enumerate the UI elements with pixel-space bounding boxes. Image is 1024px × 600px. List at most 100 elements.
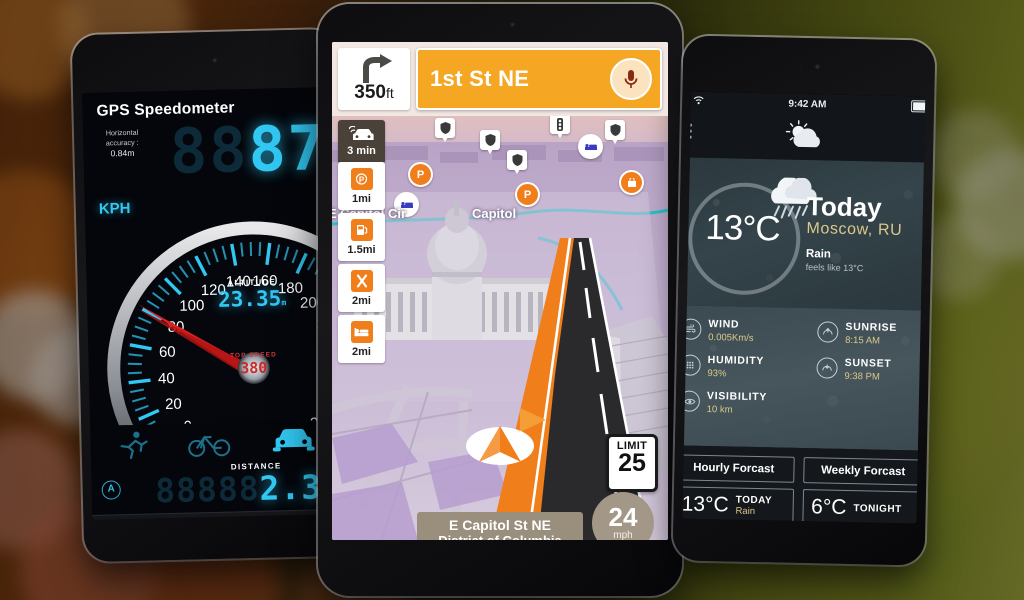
tonight-temperature: 6°C	[810, 495, 847, 519]
altitude-readout: ALTITUDE 23.35m	[187, 276, 318, 312]
altitude-unit: m	[281, 298, 287, 308]
sun-cloud-icon	[782, 118, 829, 156]
detail-wind-value: 0.005Km/s	[708, 332, 754, 344]
unit-kph[interactable]: KPH	[99, 200, 131, 218]
speed-lcd-ghost: 88	[168, 113, 250, 188]
weather-detail-grid: WIND 0.005Km/s SUNRISE 8:15 AM HUMIDITY …	[682, 317, 925, 431]
today-temperature: 13°C	[682, 492, 729, 517]
street-name-text: 1st St NE	[430, 66, 530, 91]
car-mode-icon[interactable]	[269, 426, 318, 460]
battery-icon	[910, 100, 926, 113]
detail-visibility: VISIBILITY 10 km	[682, 389, 800, 428]
detail-humidity: HUMIDITY 93%	[682, 353, 800, 392]
sidebar-item-parking[interactable]: P 1mi	[338, 162, 385, 210]
sidebar-item-fuel[interactable]: 1.5mi	[338, 213, 385, 261]
tablet-device-left: GPS Speedometer Rea Horizontal accuracy …	[71, 28, 350, 563]
ambient-sensor	[798, 64, 802, 68]
sidebar-item-traffic[interactable]: 3 min	[338, 120, 385, 162]
current-street-plate: E Capitol St NE District of Columbia	[417, 512, 583, 540]
sunset-icon	[816, 357, 838, 379]
navigation-header: 350ft 1st St NE	[332, 42, 668, 116]
sidebar-item-hotel[interactable]: 2mi	[338, 315, 385, 363]
svg-text:60: 60	[159, 344, 176, 361]
wifi-icon	[693, 96, 704, 108]
current-speed-value: 24	[608, 502, 638, 532]
ambient-sensor	[494, 23, 497, 26]
map-pin-police-icon[interactable]	[507, 150, 527, 174]
humidity-icon	[682, 354, 701, 376]
detail-wind: WIND 0.005Km/s	[682, 317, 801, 356]
svg-text:P: P	[359, 175, 365, 184]
detail-visibility-key: VISIBILITY	[706, 389, 768, 404]
map-pin-parking-icon[interactable]: P	[515, 182, 540, 207]
weather-details: WIND 0.005Km/s SUNRISE 8:15 AM HUMIDITY …	[682, 305, 926, 451]
map-pin-police-icon[interactable]	[605, 120, 625, 144]
distance-lcd-ghost: 88888	[154, 468, 261, 511]
tablet-device-right: ier 9:42 AM	[672, 35, 936, 566]
detail-wind-key: WIND	[708, 318, 740, 331]
sunrise-icon	[817, 321, 839, 343]
gps-speedometer-app: GPS Speedometer Rea Horizontal accuracy …	[82, 87, 340, 520]
detail-visibility-value: 10 km	[706, 403, 733, 416]
phone-device-center: WASHINGTON E Capitol Cir Capitol	[318, 4, 682, 596]
bike-mode-icon[interactable]	[187, 428, 232, 462]
hotel-icon	[350, 321, 373, 343]
street-name-banner[interactable]: 1st St NE	[416, 48, 662, 110]
speedometer-screen: GPS Speedometer Rea Horizontal accuracy …	[82, 87, 340, 520]
weather-footer: Hourly Forcast Weekly Forcast 13°C TODAY…	[682, 445, 926, 524]
weather-feels-like: feels like 13°C	[805, 262, 864, 274]
weather-screen: ier 9:42 AM	[682, 91, 926, 524]
tonight-label: TONIGHT	[853, 502, 902, 515]
temperature-summary-row: 13°C TODAY Rain 6°C TONIGHT	[682, 486, 924, 524]
front-camera	[510, 22, 515, 27]
sidebar-item-restaurant[interactable]: 2mi	[338, 264, 385, 312]
hourly-forecast-button[interactable]: Hourly Forcast	[682, 454, 795, 483]
today-condition: Rain	[735, 505, 756, 518]
map-pin-traffic-light-icon[interactable]	[550, 114, 570, 138]
speed-lcd-value: 87	[247, 111, 328, 187]
turn-distance-unit: ft	[385, 85, 394, 101]
run-mode-icon[interactable]	[115, 429, 150, 465]
detail-sunset-key: SUNSET	[844, 356, 892, 370]
fuel-icon	[350, 219, 373, 241]
svg-text:40: 40	[158, 370, 175, 387]
speedometer-gauge: 0204060801001201401601802002202402602803…	[85, 212, 340, 426]
map-pin-shop-icon[interactable]	[619, 170, 644, 195]
microphone-icon[interactable]	[610, 58, 652, 100]
today-label: TODAY	[735, 494, 773, 507]
status-time: 9:42 AM	[788, 98, 827, 110]
map-pin-police-icon[interactable]	[435, 118, 455, 142]
turn-right-icon	[363, 54, 392, 83]
detail-sunrise-key: SUNRISE	[845, 320, 898, 334]
map-pin-police-icon[interactable]	[480, 130, 500, 154]
detail-sunrise: SUNRISE 8:15 AM	[801, 320, 925, 359]
navigation-screen: WASHINGTON E Capitol Cir Capitol	[332, 42, 668, 540]
top-speed-value: 380	[240, 358, 268, 378]
sidebar-restaurant-label: 2mi	[352, 295, 371, 307]
map-pin-hotel-icon[interactable]	[578, 134, 603, 159]
today-temperature-box[interactable]: 13°C TODAY Rain	[682, 486, 794, 524]
sidebar-parking-label: 1mi	[352, 193, 371, 205]
map-pin-parking-icon[interactable]: P	[408, 162, 433, 187]
current-street-name: E Capitol St NE	[449, 517, 551, 533]
restaurant-icon	[350, 270, 373, 292]
tonight-temperature-box[interactable]: 6°C TONIGHT	[801, 489, 924, 524]
trip-marker-a[interactable]: A	[101, 480, 121, 500]
sidebar-traffic-label: 3 min	[347, 145, 376, 157]
weather-condition: Rain	[805, 248, 832, 261]
visibility-icon	[682, 390, 701, 412]
traffic-car-icon	[348, 126, 374, 140]
detail-humidity-key: HUMIDITY	[707, 353, 765, 368]
turn-instruction-card: 350ft	[338, 48, 410, 110]
horizontal-accuracy: Horizontal accuracy : 0.84m	[91, 127, 154, 159]
speed-lcd: 8887	[169, 111, 328, 188]
current-street-region: District of Columbia	[417, 533, 583, 540]
detail-sunrise-value: 8:15 AM	[845, 334, 881, 347]
altitude-value: 23.35m	[217, 286, 287, 312]
speed-limit-value: 25	[618, 449, 646, 477]
weekly-forecast-button[interactable]: Weekly Forcast	[802, 457, 924, 486]
current-speed-unit: mph	[613, 530, 633, 540]
front-camera	[212, 57, 218, 63]
navigation-app: WASHINGTON E Capitol Cir Capitol	[332, 42, 668, 540]
detail-humidity-value: 93%	[707, 367, 727, 380]
